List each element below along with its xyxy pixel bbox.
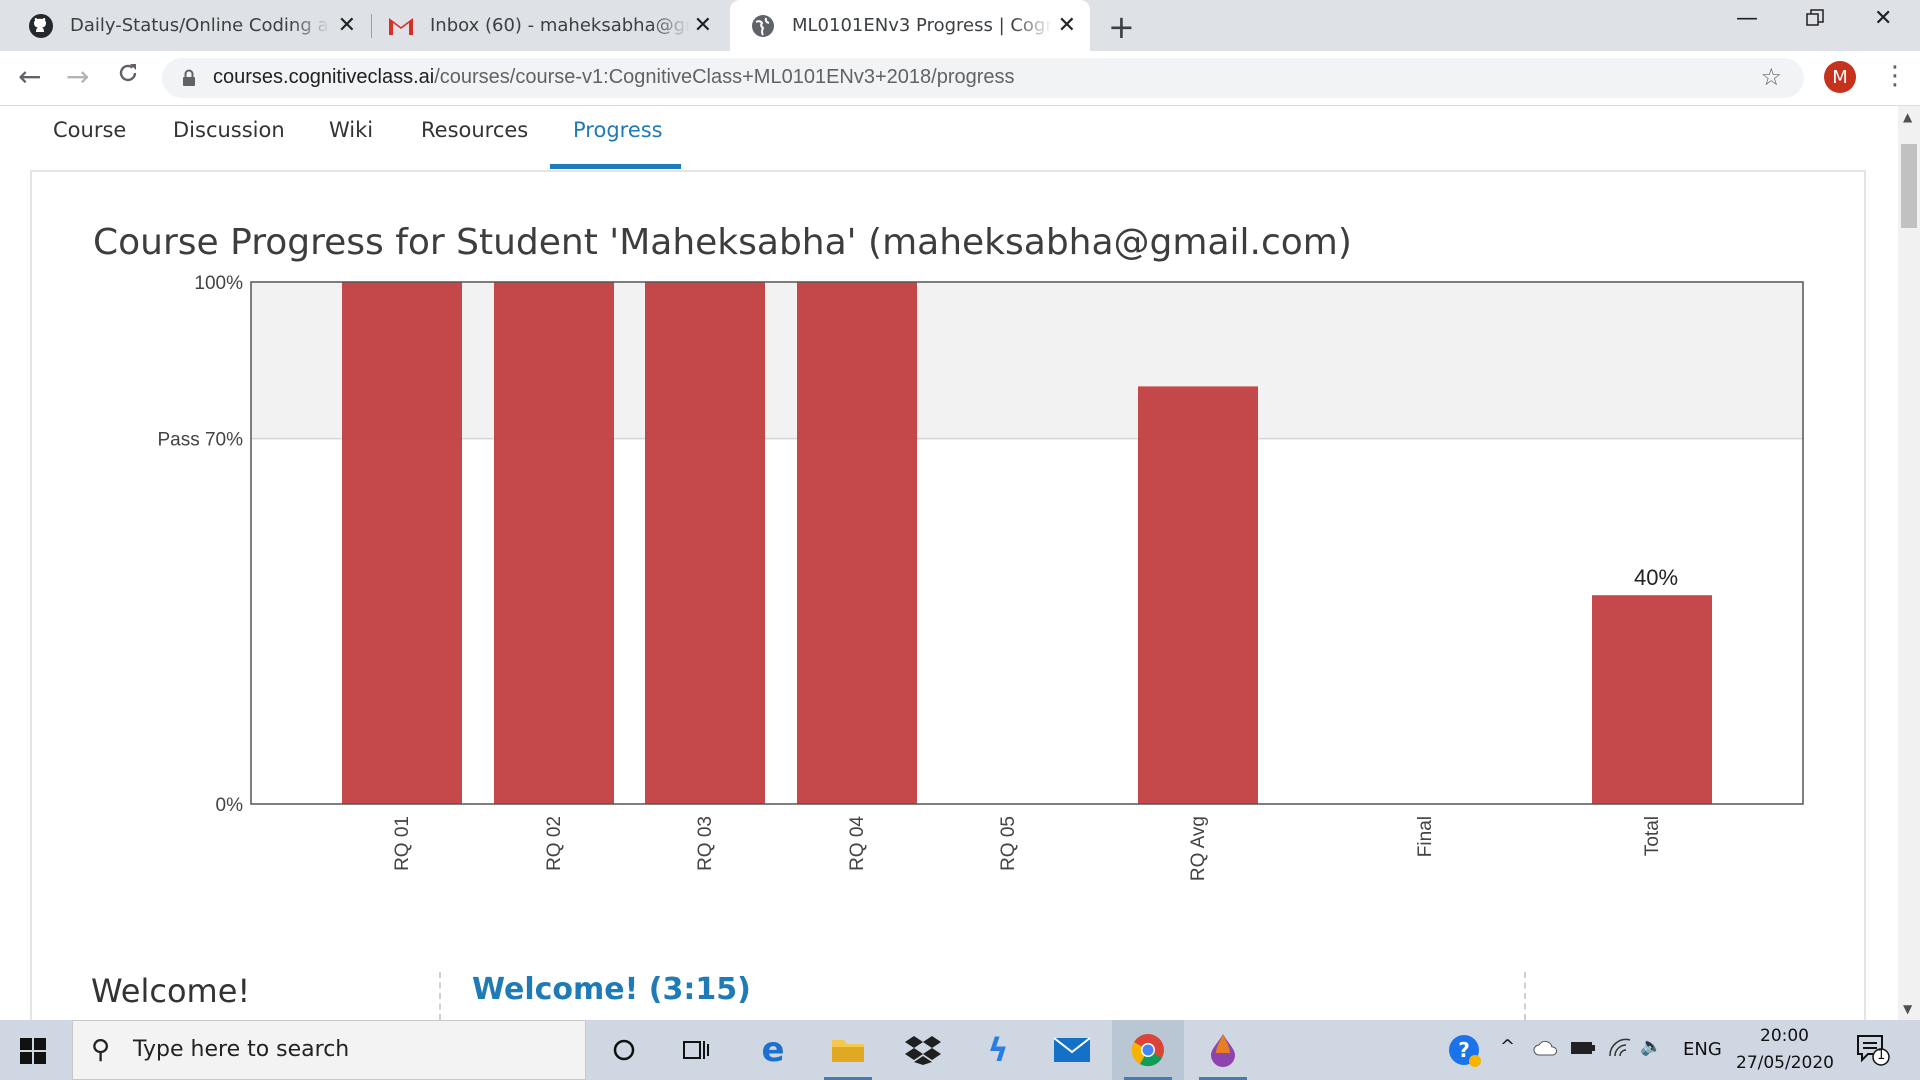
close-tab-icon[interactable]: ✕ — [338, 13, 356, 38]
progress-chart: RQ 01 RQ 02 RQ 03 RQ 04 RQ 05 RQ Avg Final Tota… — [157, 273, 1804, 881]
windows-taskbar: ⚲ Type here to search e ϟ ? ^ 🔈 ENG 20:0… — [0, 1020, 1920, 1080]
url-text: courses.cognitiveclass.ai/courses/course… — [213, 66, 1015, 89]
y-tick-label: Pass 70% — [157, 430, 243, 451]
restore-icon[interactable] — [1806, 8, 1824, 33]
x-tick-label: Total — [1642, 816, 1663, 856]
progress-panel: Course Progress for Student 'Maheksabha'… — [30, 170, 1866, 1020]
x-tick-label: RQ 01 — [392, 816, 413, 871]
file-explorer-icon[interactable] — [828, 1030, 868, 1070]
chevron-up-icon[interactable]: ^ — [1500, 1036, 1515, 1057]
dropbox-icon[interactable] — [903, 1030, 943, 1070]
tab-resources[interactable]: Resources — [421, 118, 528, 142]
bar — [494, 282, 614, 804]
clock-time[interactable]: 20:00 — [1760, 1026, 1809, 1046]
wifi-icon[interactable] — [1608, 1038, 1632, 1063]
tab-course[interactable]: Course — [53, 118, 126, 142]
help-icon[interactable]: ? — [1448, 1034, 1482, 1073]
window-close-icon[interactable]: ✕ — [1874, 6, 1892, 31]
scroll-down-icon[interactable]: ▼ — [1903, 1002, 1912, 1016]
reload-icon[interactable] — [116, 59, 140, 92]
task-view-icon[interactable] — [676, 1030, 716, 1070]
battery-icon[interactable] — [1570, 1040, 1596, 1061]
notification-center-icon[interactable]: 1 — [1856, 1034, 1890, 1071]
edge-browser-icon[interactable]: e — [753, 1030, 793, 1070]
x-tick-label: RQ Avg — [1188, 816, 1209, 881]
search-icon: ⚲ — [91, 1035, 111, 1065]
address-bar[interactable]: courses.cognitiveclass.ai/courses/course… — [162, 58, 1804, 98]
browser-menu-icon[interactable]: ⋮ — [1882, 61, 1908, 91]
minimize-icon[interactable]: — — [1736, 6, 1758, 31]
subsection-link[interactable]: Welcome! (3:15) — [472, 972, 751, 1007]
x-tick-label: Final — [1415, 816, 1436, 857]
bar — [1592, 595, 1712, 804]
bar — [1138, 386, 1258, 804]
browser-toolbar: ← → courses.cognitiveclass.ai/courses/co… — [0, 51, 1920, 106]
bar — [645, 282, 765, 804]
x-tick-label: RQ 03 — [695, 816, 716, 871]
github-icon — [28, 13, 54, 39]
profile-avatar[interactable]: M — [1824, 61, 1856, 93]
page-scrollbar[interactable]: ▲ ▼ — [1898, 106, 1920, 1020]
pass-zone — [251, 282, 1803, 439]
new-tab-button[interactable]: + — [1108, 8, 1135, 46]
column-divider — [1524, 972, 1526, 1020]
tab-title: Inbox (60) - maheksabha@gmail.com — [430, 15, 690, 36]
onedrive-cloud-icon[interactable] — [1533, 1040, 1559, 1061]
notification-count: 1 — [1877, 1048, 1886, 1063]
bar — [797, 282, 917, 804]
url-host: courses.cognitiveclass.ai — [213, 66, 435, 88]
scrollbar-thumb[interactable] — [1901, 144, 1917, 228]
bookmark-star-icon[interactable]: ☆ — [1760, 63, 1782, 91]
x-tick-label: RQ 05 — [998, 816, 1019, 871]
tab-title: Daily-Status/Online Coding at master — [70, 15, 330, 36]
bar — [342, 282, 462, 804]
course-navigation: Course Discussion Wiki Resources Progres… — [0, 106, 1898, 170]
clock-date[interactable]: 27/05/2020 — [1736, 1053, 1834, 1073]
y-tick-label: 0% — [216, 795, 244, 816]
mail-icon[interactable] — [1052, 1030, 1092, 1070]
forward-arrow-icon[interactable]: → — [66, 60, 89, 93]
tab-discussion[interactable]: Discussion — [173, 118, 285, 142]
cortana-icon[interactable] — [604, 1030, 644, 1070]
page-content: Course Discussion Wiki Resources Progres… — [0, 106, 1898, 1020]
taskbar-search-box[interactable]: ⚲ Type here to search — [72, 1020, 586, 1080]
gmail-icon — [388, 13, 414, 39]
browser-tab-gmail[interactable]: Inbox (60) - maheksabha@gmail.com ✕ — [360, 0, 726, 51]
lock-icon — [182, 69, 196, 91]
close-tab-icon[interactable]: ✕ — [694, 13, 712, 38]
volume-icon[interactable]: 🔈 — [1640, 1036, 1662, 1057]
language-indicator[interactable]: ENG — [1683, 1039, 1722, 1060]
paint-drop-icon[interactable] — [1203, 1030, 1243, 1070]
column-divider — [439, 972, 441, 1020]
active-tab-indicator — [550, 164, 681, 169]
browser-tab-strip: Daily-Status/Online Coding at master ✕ I… — [0, 0, 1920, 51]
x-tick-label: RQ 02 — [544, 816, 565, 871]
section-heading: Welcome! — [91, 972, 251, 1010]
tab-progress[interactable]: Progress — [573, 118, 663, 142]
tab-wiki[interactable]: Wiki — [329, 118, 373, 142]
data-label: 40% — [1634, 565, 1678, 590]
browser-tab-github[interactable]: Daily-Status/Online Coding at master ✕ — [0, 0, 370, 51]
close-tab-icon[interactable]: ✕ — [1058, 13, 1076, 38]
globe-icon — [750, 13, 776, 39]
search-placeholder: Type here to search — [133, 1037, 350, 1062]
windows-start-icon[interactable] — [20, 1038, 46, 1068]
url-path: /courses/course-v1:CognitiveClass+ML0101… — [434, 66, 1015, 88]
chrome-icon[interactable] — [1128, 1030, 1168, 1070]
y-tick-label: 100% — [194, 273, 243, 294]
svg-text:?: ? — [1458, 1038, 1470, 1062]
app-lightning-icon[interactable]: ϟ — [978, 1030, 1018, 1070]
browser-tab-progress[interactable]: ML0101ENv3 Progress | Cognitive Class ✕ — [730, 0, 1090, 51]
back-arrow-icon[interactable]: ← — [18, 60, 41, 93]
scroll-up-icon[interactable]: ▲ — [1903, 110, 1912, 124]
tab-title: ML0101ENv3 Progress | Cognitive Class — [792, 15, 1052, 36]
x-tick-label: RQ 04 — [847, 816, 868, 871]
